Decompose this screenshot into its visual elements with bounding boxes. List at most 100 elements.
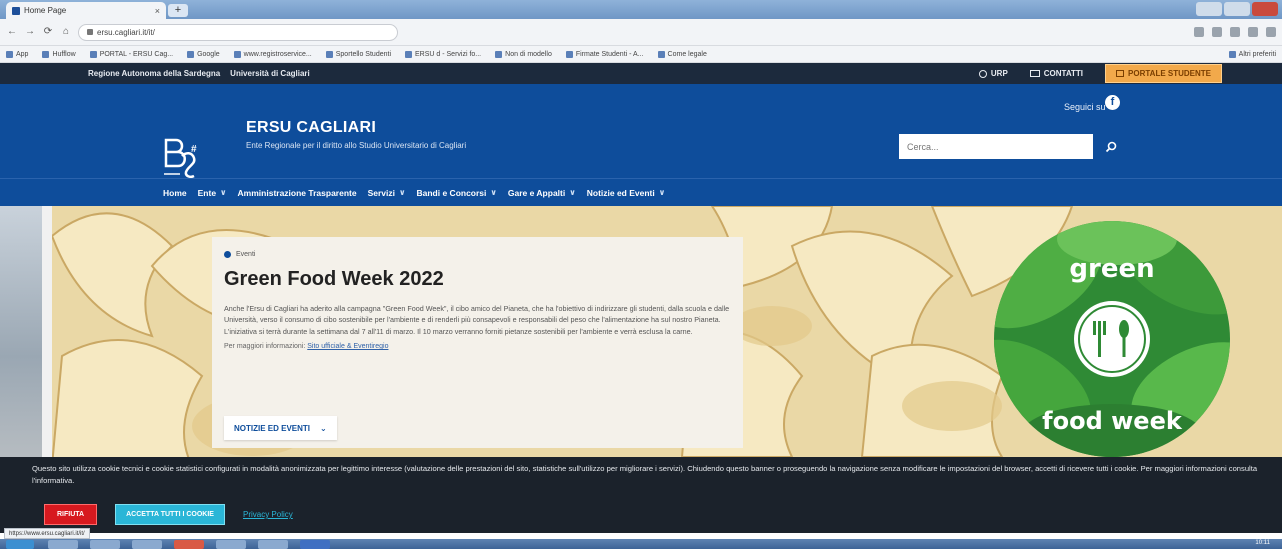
- search-input[interactable]: [899, 134, 1093, 159]
- facebook-icon[interactable]: f: [1105, 95, 1120, 110]
- other-bookmarks[interactable]: Altri preferiti: [1228, 50, 1276, 58]
- taskbar-media-icon[interactable]: [132, 540, 162, 549]
- site-subtitle: Ente Regionale per il diritto allo Studi…: [246, 141, 467, 150]
- category-dot-icon: [224, 251, 231, 258]
- news-more-link[interactable]: Sito ufficiale & Eventiregio: [307, 343, 388, 350]
- lock-icon: [87, 29, 93, 35]
- bookmark[interactable]: www.registroservice...: [233, 50, 312, 58]
- star-icon[interactable]: [1212, 27, 1222, 37]
- nav-item-gare-e-appalti[interactable]: Gare e Appalti ∨: [508, 188, 576, 198]
- gfw-food-week-text: food week: [1042, 407, 1183, 435]
- bookmark-icon: [42, 50, 50, 58]
- notizie-eventi-button[interactable]: NOTIZIE ED EVENTI ⌄: [224, 416, 337, 440]
- tab-title: Home Page: [24, 6, 67, 15]
- chevron-down-icon: ∨: [569, 188, 576, 197]
- news-category[interactable]: Eventi: [224, 251, 731, 258]
- browser-tab[interactable]: Home Page ×: [6, 2, 166, 19]
- taskbar-app-icon[interactable]: [258, 540, 288, 549]
- taskbar-explorer-icon[interactable]: [90, 540, 120, 549]
- nav-item-servizi[interactable]: Servizi ∨: [368, 188, 406, 198]
- bookmark[interactable]: Non di modello: [495, 50, 552, 58]
- news-more-info: Per maggiori informazioni: Sito ufficial…: [224, 343, 389, 351]
- chevron-down-icon: ∨: [220, 188, 227, 197]
- site-title[interactable]: ERSU CAGLIARI: [246, 119, 376, 137]
- previous-slide-image: [0, 206, 42, 457]
- extensions-icon[interactable]: [1230, 27, 1240, 37]
- bookmark-icon: [657, 50, 665, 58]
- reload-icon[interactable]: ⟳: [42, 26, 54, 38]
- bookmark[interactable]: Firmate Studenti - A...: [565, 50, 644, 58]
- reject-cookies-button[interactable]: RIFIUTA: [44, 504, 98, 525]
- bookmark-icon: [495, 50, 503, 58]
- window-controls: [1196, 2, 1278, 16]
- bookmark[interactable]: Google: [187, 50, 220, 58]
- bookmark-icon: [89, 50, 97, 58]
- portale-studente-button[interactable]: PORTALE STUDENTE: [1105, 64, 1222, 83]
- bookmark[interactable]: Come legale: [657, 50, 707, 58]
- news-title[interactable]: Green Food Week 2022: [224, 268, 731, 291]
- toolbar-right-icons: [1194, 27, 1276, 37]
- address-bar[interactable]: ersu.cagliari.it/it/: [78, 23, 398, 41]
- taskbar-word-icon[interactable]: [300, 540, 330, 549]
- green-food-week-logo: green food week: [994, 221, 1230, 457]
- search-button[interactable]: [1093, 134, 1129, 159]
- back-icon[interactable]: ←: [6, 26, 18, 38]
- window-close-button[interactable]: [1252, 2, 1278, 16]
- bookmark-icon: [325, 50, 333, 58]
- institutional-bar: Regione Autonoma della Sardegna Universi…: [0, 63, 1282, 84]
- folder-icon: [1228, 50, 1236, 58]
- nav-item-ente[interactable]: Ente ∨: [198, 188, 227, 198]
- nav-item-bandi-e-concorsi[interactable]: Bandi e Concorsi ∨: [417, 188, 497, 198]
- search-icon: [1105, 141, 1117, 152]
- maximize-button[interactable]: [1224, 2, 1250, 16]
- bookmark-icon: [187, 50, 195, 58]
- bookmark-icon: [233, 50, 241, 58]
- favicon-icon: [12, 6, 20, 15]
- contatti-link[interactable]: CONTATTI: [1029, 69, 1083, 78]
- clock: 10:11: [1255, 540, 1270, 546]
- chevron-down-icon: ∨: [399, 188, 406, 197]
- accept-all-cookies-button[interactable]: ACCETTA TUTTI I COOKIE: [115, 504, 225, 525]
- taskbar-ie-icon[interactable]: [48, 540, 78, 549]
- profile-icon[interactable]: [1248, 27, 1258, 37]
- taskbar-chrome-icon[interactable]: [174, 540, 204, 549]
- bookmark[interactable]: ERSU d - Servizi fo...: [405, 50, 481, 58]
- chevron-down-icon: ∨: [490, 188, 497, 197]
- urp-link[interactable]: URP: [978, 69, 1008, 78]
- cookie-actions: RIFIUTA ACCETTA TUTTI I COOKIE Privacy P…: [44, 504, 293, 525]
- link-universita-cagliari[interactable]: Università di Cagliari: [230, 69, 310, 78]
- status-url: https://www.ersu.cagliari.it/it/: [4, 528, 90, 539]
- nav-item-notizie-ed-eventi[interactable]: Notizie ed Eventi ∨: [587, 188, 666, 198]
- gfw-green-text: green: [1069, 254, 1154, 284]
- nav-item-home[interactable]: Home: [163, 188, 187, 198]
- chevron-down-icon: ∨: [658, 188, 666, 197]
- browser-toolbar: ← → ⟳ ⌂ ersu.cagliari.it/it/: [0, 19, 1282, 46]
- new-tab-button[interactable]: +: [168, 4, 188, 17]
- home-icon[interactable]: ⌂: [60, 26, 72, 38]
- start-button[interactable]: [6, 540, 34, 549]
- news-body: Anche l'Ersu di Cagliari ha aderito alla…: [224, 304, 730, 336]
- chevron-down-icon: ⌄: [320, 423, 327, 433]
- info-icon: [978, 69, 987, 78]
- link-regione-sardegna[interactable]: Regione Autonoma della Sardegna: [88, 69, 220, 78]
- privacy-policy-link[interactable]: Privacy Policy: [243, 510, 293, 519]
- minimize-button[interactable]: [1196, 2, 1222, 16]
- bookmark-icon: [405, 50, 412, 58]
- forward-icon[interactable]: →: [24, 26, 36, 38]
- taskbar-app-icon[interactable]: [216, 540, 246, 549]
- translate-icon[interactable]: [1194, 27, 1204, 37]
- nav-item-amministrazione-trasparente[interactable]: Amministrazione Trasparente: [238, 188, 357, 198]
- bookmark[interactable]: App: [6, 50, 28, 58]
- bookmark[interactable]: PORTAL - ERSU Cag...: [89, 50, 173, 58]
- main-navigation: Home Ente ∨ Amministrazione Trasparente Serv…: [0, 178, 1282, 206]
- tab-close-icon[interactable]: ×: [155, 6, 160, 16]
- bookmarks-bar: App Hufflow PORTAL - ERSU Cag... Google …: [0, 46, 1282, 63]
- mail-icon: [1029, 70, 1040, 77]
- bookmark[interactable]: Sportello Studenti: [325, 50, 391, 58]
- bookmark[interactable]: Hufflow: [42, 50, 76, 58]
- menu-icon[interactable]: [1266, 27, 1276, 37]
- os-taskbar: 10:11: [0, 539, 1282, 549]
- bookmark-icon: [565, 50, 573, 58]
- svg-text:#: #: [191, 144, 197, 155]
- ersu-logo-icon[interactable]: #: [160, 136, 206, 180]
